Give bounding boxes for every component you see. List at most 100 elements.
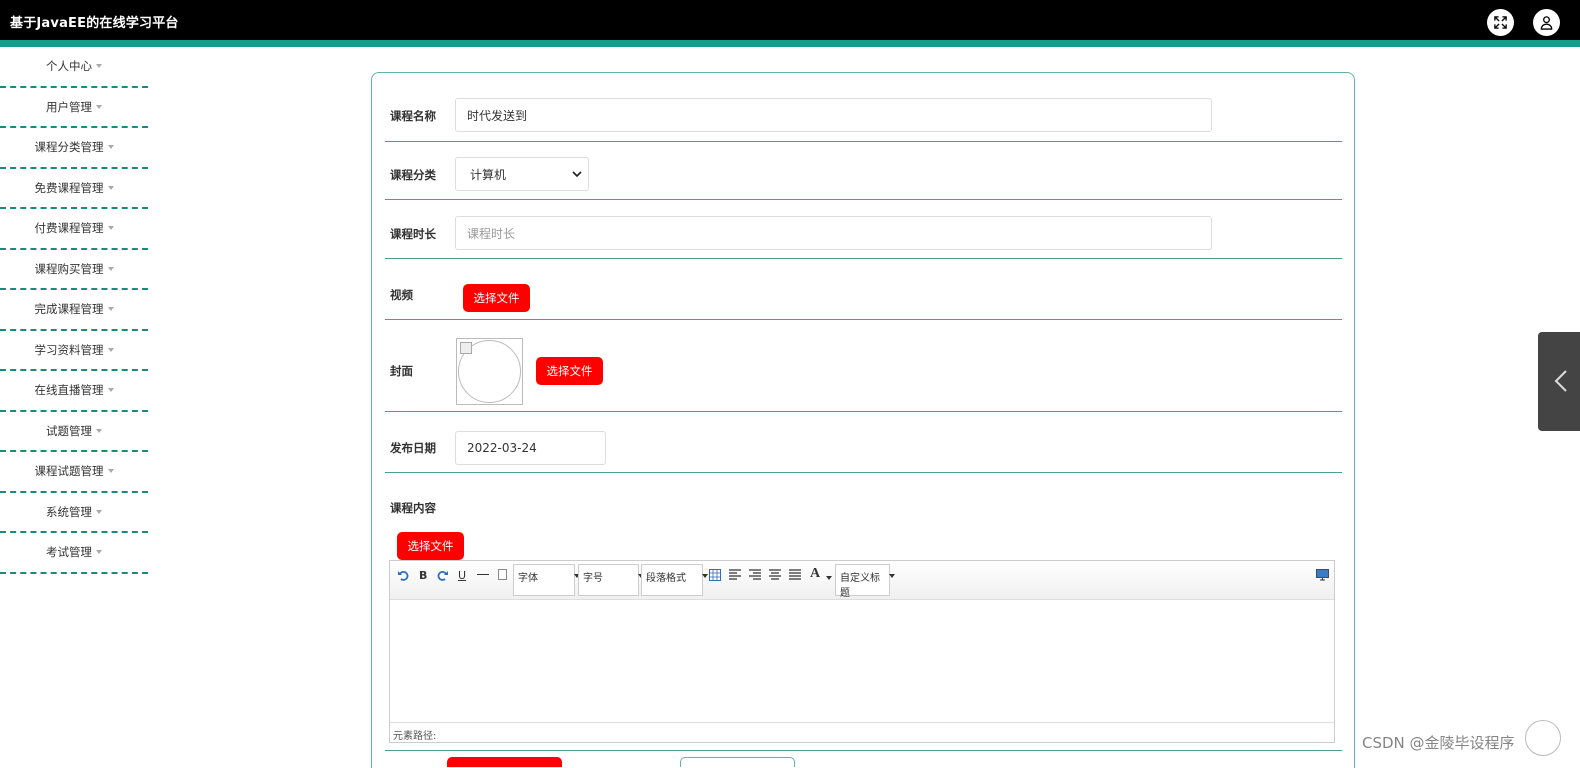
side-panel-toggle[interactable]	[1538, 332, 1580, 431]
sidebar-item-label: 课程购买管理	[34, 261, 104, 276]
user-icon[interactable]	[1533, 9, 1560, 36]
caret-down-icon	[107, 307, 114, 312]
sidebar-item-label: 付费课程管理	[34, 221, 104, 236]
editor-status-path: 元素路径:	[390, 722, 1334, 742]
sidebar-item-label: 系统管理	[46, 504, 92, 519]
caret-down-icon	[96, 428, 102, 433]
caret-down-icon	[107, 226, 114, 231]
sidebar-item-label: 用户管理	[46, 99, 92, 114]
fullscreen-preview-icon[interactable]	[1316, 569, 1329, 581]
table-icon[interactable]	[709, 569, 721, 581]
cover-row: 封面 选择文件	[385, 320, 1342, 412]
editor-toolbar: B U 字体 字号 段落格式 A 自定义标题	[390, 561, 1334, 600]
app-title: 基于JavaEE的在线学习平台	[10, 16, 179, 31]
course-category-row: 课程分类 计算机	[385, 142, 1342, 200]
video-choose-file-button[interactable]: 选择文件	[463, 284, 530, 312]
cover-image-preview	[456, 338, 523, 405]
sidebar-item-questions[interactable]: 试题管理	[0, 412, 148, 452]
sidebar-item-study-materials[interactable]: 学习资料管理	[0, 331, 148, 371]
sidebar-item-exams[interactable]: 考试管理	[0, 533, 148, 574]
sidebar-item-label: 试题管理	[46, 423, 92, 438]
video-row: 视频 选择文件	[385, 259, 1342, 320]
caret-down-icon	[96, 550, 102, 555]
caret-down-icon[interactable]	[826, 576, 832, 580]
caret-down-icon	[107, 347, 114, 352]
course-category-select[interactable]: 计算机	[455, 157, 589, 191]
sidebar-item-course-categories[interactable]: 课程分类管理	[0, 128, 148, 169]
sidebar-item-label: 学习资料管理	[34, 342, 104, 357]
course-category-label: 课程分类	[390, 168, 436, 182]
submit-button[interactable]	[447, 757, 562, 767]
align-justify-icon[interactable]	[789, 569, 801, 581]
publish-date-row: 发布日期 2022-03-24	[385, 412, 1342, 473]
sidebar-item-label: 免费课程管理	[34, 180, 104, 195]
custom-title-label: 自定义标题	[840, 573, 880, 599]
course-category-selected: 计算机	[470, 167, 507, 182]
sidebar-item-paid-courses[interactable]: 付费课程管理	[0, 209, 148, 250]
content-choose-file-button[interactable]: 选择文件	[397, 532, 464, 560]
top-bar	[0, 0, 1580, 40]
top-bar-accent	[0, 40, 1580, 47]
sidebar-item-system[interactable]: 系统管理	[0, 493, 148, 533]
font-family-label: 字体	[518, 573, 538, 584]
align-center-icon[interactable]	[769, 569, 781, 581]
publish-date-label: 发布日期	[390, 441, 436, 455]
course-content-label: 课程内容	[390, 501, 436, 515]
font-color-button[interactable]: A	[810, 566, 820, 582]
chevron-down-icon	[572, 171, 582, 178]
broken-image-icon	[460, 342, 472, 354]
caret-down-icon	[96, 509, 102, 514]
sidebar-item-label: 考试管理	[46, 545, 92, 560]
sidebar-item-label: 课程分类管理	[34, 140, 104, 155]
caret-down-icon	[107, 469, 114, 474]
font-size-label: 字号	[583, 573, 603, 584]
watermark: CSDN @金陵毕设程序	[1362, 734, 1515, 752]
publish-date-input[interactable]: 2022-03-24	[455, 431, 606, 465]
caret-down-icon	[702, 574, 708, 578]
undo-icon[interactable]	[397, 569, 409, 581]
caret-down-icon	[96, 104, 102, 109]
bold-button[interactable]: B	[419, 569, 427, 582]
underline-button[interactable]: U	[458, 569, 466, 582]
course-duration-label: 课程时长	[390, 227, 436, 241]
course-name-row: 课程名称 时代发送到	[385, 87, 1342, 142]
sidebar-item-label: 在线直播管理	[34, 383, 104, 398]
sidebar-item-free-courses[interactable]: 免费课程管理	[0, 169, 148, 209]
sidebar-item-users[interactable]: 用户管理	[0, 88, 148, 128]
sidebar-item-course-purchases[interactable]: 课程购买管理	[0, 250, 148, 290]
font-size-select[interactable]: 字号	[578, 564, 644, 596]
align-left-icon[interactable]	[729, 569, 741, 581]
caret-down-icon	[107, 185, 114, 190]
caret-down-icon	[107, 388, 114, 393]
sidebar-menu: 个人中心 用户管理 课程分类管理 免费课程管理 付费课程管理 课程购买管理 完成…	[0, 47, 148, 574]
scroll-top-button[interactable]	[1525, 720, 1561, 756]
cover-label: 封面	[390, 364, 413, 378]
course-duration-row: 课程时长 课程时长	[385, 200, 1342, 259]
sidebar-item-personal-center[interactable]: 个人中心	[0, 47, 148, 88]
fullscreen-icon[interactable]	[1487, 9, 1514, 36]
sidebar-item-label: 个人中心	[46, 59, 92, 74]
paragraph-format-select[interactable]: 段落格式	[641, 564, 708, 596]
sidebar-item-label: 完成课程管理	[34, 302, 104, 317]
sidebar-item-course-questions[interactable]: 课程试题管理	[0, 452, 148, 493]
rich-text-editor: B U 字体 字号 段落格式 A 自定义标题 元素路径:	[389, 560, 1335, 743]
video-label: 视频	[390, 288, 413, 302]
paragraph-format-label: 段落格式	[646, 573, 686, 584]
cancel-button[interactable]	[680, 757, 795, 767]
caret-down-icon	[107, 145, 114, 150]
course-duration-input[interactable]: 课程时长	[455, 216, 1212, 250]
horizontal-rule-icon[interactable]	[477, 574, 489, 575]
course-form-panel: 课程名称 时代发送到 课程分类 计算机 课程时长 课程时长 视频 选择文件 封面…	[371, 72, 1355, 768]
redo-icon[interactable]	[437, 569, 449, 581]
course-name-input[interactable]: 时代发送到	[455, 98, 1212, 132]
font-family-select[interactable]: 字体	[513, 564, 580, 596]
sidebar-item-label: 课程试题管理	[34, 464, 104, 479]
custom-title-select[interactable]: 自定义标题	[835, 564, 895, 599]
chevron-left-icon	[1554, 370, 1567, 392]
document-icon[interactable]	[498, 569, 507, 580]
cover-choose-file-button[interactable]: 选择文件	[536, 357, 603, 385]
align-right-icon[interactable]	[749, 569, 761, 581]
course-name-label: 课程名称	[390, 109, 436, 123]
sidebar-item-completed-courses[interactable]: 完成课程管理	[0, 290, 148, 331]
sidebar-item-live-streams[interactable]: 在线直播管理	[0, 371, 148, 412]
